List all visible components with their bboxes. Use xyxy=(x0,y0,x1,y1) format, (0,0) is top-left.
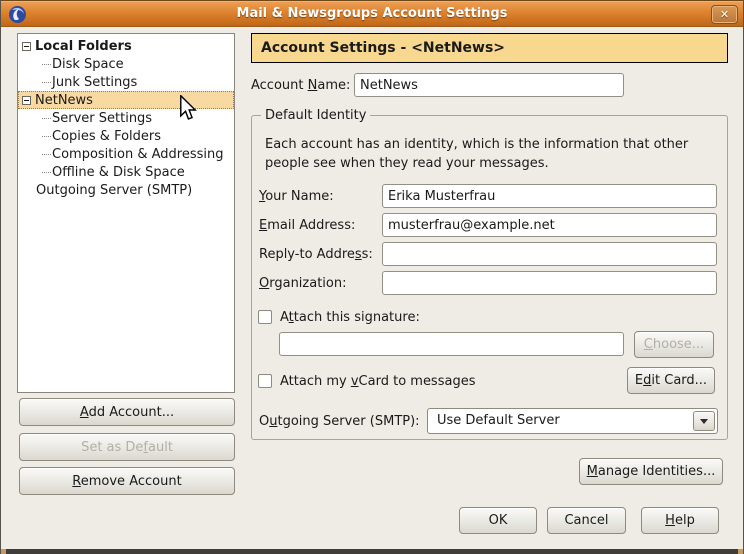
ok-button[interactable]: OK xyxy=(459,507,537,534)
outgoing-server-selected-value: Use Default Server xyxy=(437,413,560,428)
tree-item-copies-folders[interactable]: Copies & Folders xyxy=(18,127,234,145)
account-settings-dialog: Mail & Newsgroups Account Settings ✕ Loc… xyxy=(0,0,744,554)
window-bottom-border xyxy=(1,549,743,554)
default-identity-legend: Default Identity xyxy=(261,108,370,123)
tree-item-composition-addressing[interactable]: Composition & Addressing xyxy=(18,145,234,163)
tree-item-outgoing-server[interactable]: Outgoing Server (SMTP) xyxy=(18,181,234,199)
tree-item-server-settings[interactable]: Server Settings xyxy=(18,109,234,127)
tree-item-label: Server Settings xyxy=(52,111,152,126)
tree-item-offline-disk-space[interactable]: Offline & Disk Space xyxy=(18,163,234,181)
window-corner xyxy=(1,549,6,554)
outgoing-server-select[interactable]: Use Default Server xyxy=(427,408,718,434)
your-name-label: Your Name: xyxy=(259,189,334,204)
collapse-icon[interactable] xyxy=(22,42,31,51)
tree-item-label: Junk Settings xyxy=(52,75,137,90)
tree-item-local-folders[interactable]: Local Folders xyxy=(18,37,234,55)
outgoing-server-label: Outgoing Server (SMTP): xyxy=(259,414,420,429)
reply-to-input[interactable] xyxy=(382,242,717,266)
tree-item-label: Disk Space xyxy=(52,57,124,72)
tree-item-label: Offline & Disk Space xyxy=(52,165,185,180)
remove-account-button[interactable]: Remove Account xyxy=(19,467,235,495)
dropdown-button[interactable] xyxy=(693,411,715,431)
tree-item-label: NetNews xyxy=(35,93,93,108)
titlebar[interactable]: Mail & Newsgroups Account Settings ✕ xyxy=(1,0,743,27)
signature-file-input[interactable] xyxy=(279,332,624,356)
account-tree: Local Folders Disk Space Junk Settings N… xyxy=(17,33,235,393)
set-as-default-button: Set as Default xyxy=(19,433,235,461)
organization-label: Organization: xyxy=(259,276,347,291)
attach-signature-checkbox[interactable] xyxy=(258,310,272,324)
tree-item-disk-space[interactable]: Disk Space xyxy=(18,55,234,73)
manage-identities-button[interactable]: Manage Identities... xyxy=(579,458,723,485)
edit-card-button[interactable]: Edit Card... xyxy=(627,367,715,394)
tree-item-label: Composition & Addressing xyxy=(52,147,223,162)
tree-item-netnews[interactable]: NetNews xyxy=(18,91,234,109)
collapse-icon[interactable] xyxy=(22,96,31,105)
tree-connector xyxy=(42,64,51,65)
email-address-input[interactable] xyxy=(382,213,717,237)
attach-vcard-checkbox[interactable] xyxy=(258,374,272,388)
organization-input[interactable] xyxy=(382,271,717,295)
your-name-input[interactable] xyxy=(382,184,717,208)
chevron-down-icon xyxy=(700,419,708,424)
tree-item-label: Local Folders xyxy=(35,39,132,54)
add-account-button[interactable]: Add Account... xyxy=(19,398,235,426)
tree-item-label: Outgoing Server (SMTP) xyxy=(36,183,192,198)
email-address-label: Email Address: xyxy=(259,218,355,233)
identity-description: Each account has an identity, which is t… xyxy=(265,135,721,173)
tree-connector xyxy=(42,172,51,173)
page-title: Account Settings - <NetNews> xyxy=(251,33,728,63)
window-corner xyxy=(738,549,743,554)
tree-connector xyxy=(42,118,51,119)
attach-vcard-label: Attach my vCard to messages xyxy=(280,374,475,389)
help-button[interactable]: Help xyxy=(641,507,719,534)
tree-connector xyxy=(42,136,51,137)
close-icon: ✕ xyxy=(720,8,729,21)
account-name-input[interactable] xyxy=(354,73,624,97)
attach-signature-label: Attach this signature: xyxy=(280,310,420,325)
account-name-label: Account Name: xyxy=(251,78,350,93)
tree-connector xyxy=(42,154,51,155)
cancel-button[interactable]: Cancel xyxy=(547,507,626,534)
window-title: Mail & Newsgroups Account Settings xyxy=(1,6,743,21)
close-button[interactable]: ✕ xyxy=(711,5,738,24)
reply-to-label: Reply-to Address: xyxy=(259,247,373,262)
tree-connector xyxy=(42,82,51,83)
choose-button: Choose... xyxy=(634,331,714,358)
tree-item-label: Copies & Folders xyxy=(52,129,161,144)
tree-item-junk-settings[interactable]: Junk Settings xyxy=(18,73,234,91)
